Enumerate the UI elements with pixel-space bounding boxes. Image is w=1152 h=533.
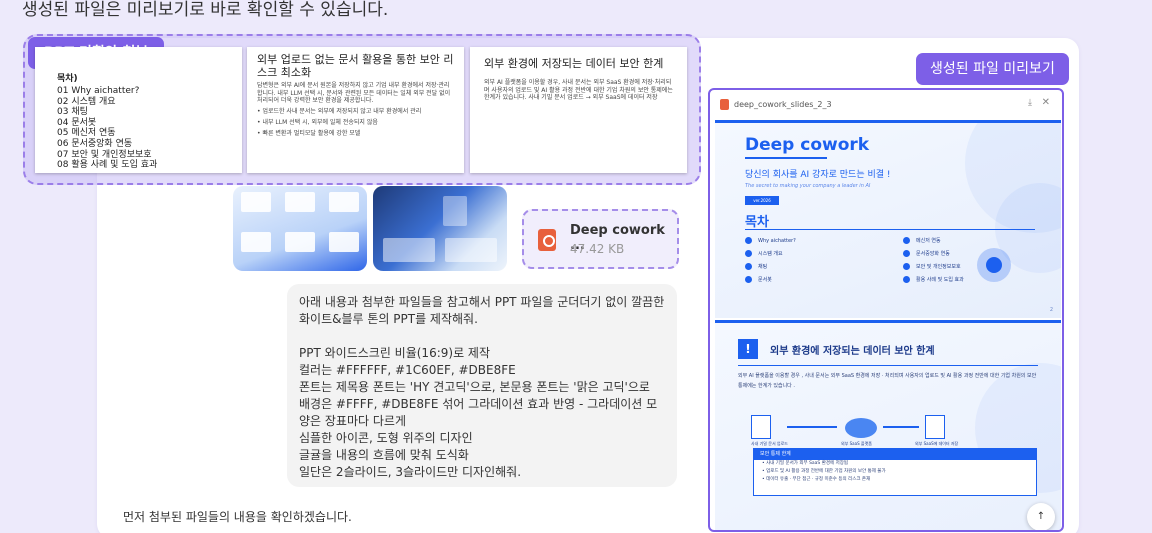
message-line: 일단은 2슬라이드, 3슬라이드만 디자인해줘. <box>299 465 522 479</box>
toc-bullet-icon <box>745 276 752 283</box>
security-limit-item: • 사내 기밀 문서가 외부 SaaS 환경에 저장됨 <box>762 461 848 466</box>
attached-slide-limits[interactable]: 외부 환경에 저장되는 데이터 보안 한계 외부 AI 플랫폼을 이용할 경우,… <box>470 47 687 173</box>
toc-item: 문서봇 <box>745 276 772 284</box>
toc-item: 01 Why aichatter? <box>57 86 140 96</box>
page-heading: 생성된 파일은 미리보기로 바로 확인할 수 있습니다. <box>22 0 389 20</box>
document-icon <box>751 415 771 439</box>
toc-item: 활용 사례 및 도입 효과 <box>903 276 964 284</box>
title-divider <box>738 365 1038 366</box>
slide-bullet: • 빠른 변환과 멀티모달 활용에 강한 모델 <box>257 129 361 137</box>
slide-bullet: • 내부 LLM 선택 시, 외부에 일체 전송되지 않음 <box>257 118 378 126</box>
slide-body: 외부 AI 플랫폼을 이용할 경우 , 사내 문서는 외부 SaaS 환경에 저… <box>738 373 1037 389</box>
file-size: 47.42 KB <box>570 242 625 256</box>
toc-bullet-icon <box>745 263 752 270</box>
toc-bullet-icon <box>903 263 910 270</box>
slide-title: Deep cowork <box>745 135 870 155</box>
flow-label: 사내 기밀 문서 업로드 <box>751 441 788 446</box>
security-limit-title: 보안 통제 한계 <box>754 449 1036 460</box>
toc-item: 08 활용 사례 및 도입 효과 <box>57 160 158 171</box>
flow-label: 외부 SaaS 플랫폼 <box>841 441 872 446</box>
target-circle-icon <box>977 248 1011 282</box>
attached-slide-security[interactable]: 외부 업로드 없는 문서 활용을 통한 보안 리스크 최소화 답변형은 외부 A… <box>247 47 464 173</box>
toc-item: 03 채팅 <box>57 107 88 118</box>
flow-arrow <box>787 426 837 428</box>
slide-subtitle: 당신의 회사를 AI 강자로 만드는 비결 ! <box>745 170 891 180</box>
title-underline <box>745 157 827 159</box>
message-line: 아래 내용과 첨부한 파일들을 참고해서 PPT 파일을 군더더기 없이 깔끔한… <box>299 295 669 326</box>
toc-item: 보안 및 개인정보보호 <box>903 263 961 271</box>
slide-title: 외부 환경에 저장되는 데이터 보안 한계 <box>770 346 935 357</box>
security-limit-box: 보안 통제 한계 • 사내 기밀 문서가 외부 SaaS 환경에 저장됨 • 업… <box>753 448 1037 496</box>
message-line: PPT 와이드스크린 비율(16:9)로 제작 <box>299 346 490 360</box>
toc-item: 02 시스템 개요 <box>57 96 116 107</box>
toc-bullet-icon <box>903 237 910 244</box>
security-limit-item: • 데이터 유출 · 무단 접근 · 규정 미준수 등의 리스크 존재 <box>762 477 871 482</box>
toc-item: 06 문서중앙화 연동 <box>57 138 133 149</box>
toc-item: 채팅 <box>745 263 767 271</box>
attachment-thumbnail-2[interactable] <box>373 186 507 271</box>
toc-item: 문서중앙화 연동 <box>903 250 950 258</box>
preview-slide-1: Deep cowork 당신의 회사를 AI 강자로 만드는 비결 ! The … <box>715 120 1061 318</box>
warning-icon: ! <box>738 339 758 359</box>
message-line: 컬러는 #FFFFFF, #1C60EF, #DBE8FE <box>299 363 516 377</box>
scroll-top-button[interactable]: ↑ <box>1027 503 1055 530</box>
close-icon[interactable]: ✕ <box>1042 97 1050 108</box>
slide-paragraph: 답변형은 외부 AI에 문서 원본을 저장하지 않고 기업 내부 환경에서 저장… <box>257 82 451 104</box>
toc-item: Why aichatter? <box>745 237 796 245</box>
toc-bullet-icon <box>903 250 910 257</box>
message-line: 배경은 #FFFF, #DBE8FE 섞어 그라데이션 효과 반영 - 그라데이… <box>299 397 658 428</box>
slide-page-number: 2 <box>1049 307 1053 313</box>
file-preview-panel: deep_cowork_slides_2_3 ⤓ ✕ Deep cowork 당… <box>708 88 1064 532</box>
pptx-file-icon <box>720 99 729 110</box>
version-badge: ver.2026 <box>745 196 779 205</box>
slide-title: 외부 업로드 없는 문서 활용을 통한 보안 리스크 최소화 <box>257 53 454 79</box>
message-line: 글귤을 내용의 흐름에 맞춰 도식화 <box>299 448 469 462</box>
attached-file-chip[interactable]: Deep cowork ... 47.42 KB <box>522 209 679 269</box>
attached-slide-toc[interactable]: 목차) 01 Why aichatter? 02 시스템 개요 03 채팅 04… <box>35 47 242 173</box>
toc-item: 05 메신저 연동 <box>57 128 116 139</box>
download-icon[interactable]: ⤓ <box>1028 98 1032 108</box>
toc-divider <box>745 229 1035 230</box>
toc-item: 메신저 연동 <box>903 237 941 245</box>
user-message-bubble: 아래 내용과 첨부한 파일들을 참고해서 PPT 파일을 군더더기 없이 깔끔한… <box>287 284 677 487</box>
toc-title: 목차) <box>57 74 78 84</box>
pptx-file-icon <box>538 229 556 251</box>
flow-label: 외부 SaaS에 데이터 저장 <box>915 441 959 446</box>
attachment-thumbnail-1[interactable] <box>233 186 367 271</box>
cloud-icon <box>845 418 877 438</box>
toc-bullet-icon <box>745 250 752 257</box>
preview-header: deep_cowork_slides_2_3 ⤓ ✕ <box>710 90 1062 120</box>
slide-english-subtitle: The secret to making your company a lead… <box>745 183 871 189</box>
message-line: 심플한 아이콘, 도형 위주의 디자인 <box>299 431 473 445</box>
database-icon <box>925 415 945 439</box>
flow-arrow <box>883 426 919 428</box>
assistant-reply: 먼저 첨부된 파일들의 내용을 확인하겠습니다. <box>123 510 352 524</box>
security-limit-item: • 업로드 및 AI 활용 과정 전반에 대한 기업 차원의 보안 통제 불가 <box>762 469 886 474</box>
preview-slide-2: ! 외부 환경에 저장되는 데이터 보안 한계 외부 AI 플랫폼을 이용할 경… <box>715 320 1061 530</box>
toc-bullet-icon <box>903 276 910 283</box>
message-line: 폰트는 제목용 폰트는 'HY 견고딕'으로, 본문용 폰트는 '맑은 고딕'으… <box>299 380 650 394</box>
slide-title: 외부 환경에 저장되는 데이터 보안 한계 <box>484 57 664 70</box>
toc-item: 04 문서봇 <box>57 117 97 128</box>
preview-filename: deep_cowork_slides_2_3 <box>734 100 832 109</box>
toc-heading: 목차 <box>745 215 769 230</box>
toc-item: 시스템 개요 <box>745 250 783 258</box>
toc-item: 07 보안 및 개인정보보호 <box>57 149 152 160</box>
slide-paragraph: 외부 AI 플랫폼을 이용할 경우, 사내 문서는 외부 SaaS 환경에 저장… <box>484 79 673 101</box>
slide-bullet: • 업로드한 사내 문서는 외부에 저장되지 않고 내부 환경에서 관리 <box>257 107 422 115</box>
toc-bullet-icon <box>745 237 752 244</box>
preview-label: 생성된 파일 미리보기 <box>916 53 1069 85</box>
